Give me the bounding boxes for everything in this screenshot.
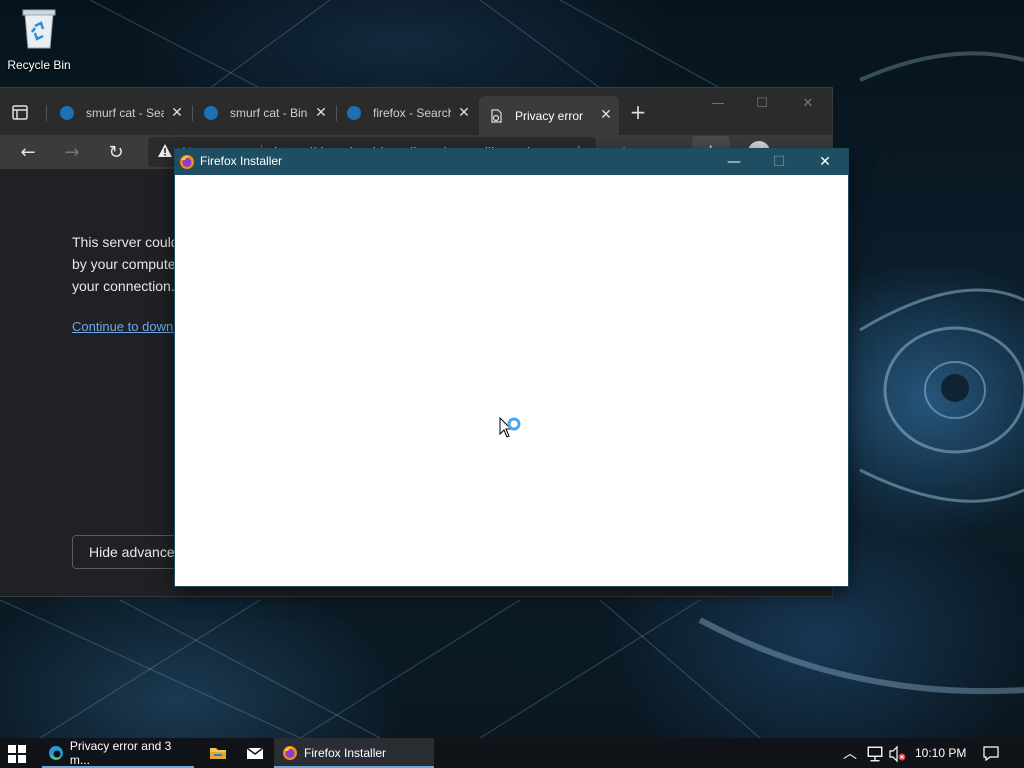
tab-title: smurf cat - Search (86, 106, 164, 120)
new-tab-plus-icon[interactable]: + (628, 102, 648, 122)
continue-link[interactable]: Continue to downl (72, 319, 182, 334)
recycle-bin-label: Recycle Bin (7, 58, 71, 72)
back-arrow-icon[interactable]: ← (17, 142, 39, 164)
recycle-bin-shortcut[interactable]: Recycle Bin (6, 6, 72, 72)
tab-smurf-cat-bing[interactable]: smurf cat - Bing ✕ (194, 98, 334, 128)
installer-titlebar[interactable]: Firefox Installer — ☐ ✕ (175, 149, 848, 175)
taskbar-edge-item[interactable]: Privacy error and 3 m... (42, 738, 194, 768)
chevron-up-icon[interactable]: ︿ (843, 738, 857, 768)
firefox-icon (283, 746, 297, 760)
taskbar-firefox-installer-label: Firefox Installer (304, 746, 387, 760)
tab-separator (46, 105, 47, 121)
refresh-icon[interactable]: ↻ (105, 142, 127, 164)
taskbar-edge-label: Privacy error and 3 m... (69, 739, 172, 767)
maximize-icon[interactable]: ☐ (752, 96, 772, 111)
maximize-icon: ☐ (772, 154, 786, 170)
tab-firefox-search[interactable]: firefox - Search ✕ (337, 98, 477, 128)
notifications-icon[interactable] (982, 744, 1000, 762)
network-icon[interactable] (866, 745, 884, 763)
error-line: by your compute (72, 256, 176, 272)
taskbar: Privacy error and 3 m... Firefox Install… (0, 738, 1024, 768)
edge-icon (48, 746, 63, 760)
file-explorer-icon[interactable] (209, 744, 227, 762)
firefox-installer-window: Firefox Installer — ☐ ✕ (175, 149, 848, 586)
volume-muted-icon[interactable] (889, 745, 907, 763)
search-favicon-icon (347, 106, 361, 120)
page-warning-icon (491, 108, 502, 123)
tab-privacy-error[interactable]: Privacy error ✕ (479, 96, 619, 135)
installer-content (175, 175, 848, 586)
close-window-icon[interactable]: ✕ (798, 96, 818, 111)
close-icon[interactable]: ✕ (457, 105, 471, 119)
close-icon[interactable]: ✕ (170, 105, 184, 119)
tab-title: firefox - Search (373, 106, 451, 120)
minimize-icon[interactable]: — (708, 96, 728, 111)
tab-smurf-cat-search[interactable]: smurf cat - Search ✕ (50, 98, 190, 128)
windows-start-icon[interactable] (8, 745, 26, 763)
minimize-icon[interactable]: — (724, 152, 744, 172)
busy-cursor-icon (499, 417, 521, 438)
bing-favicon-icon (204, 106, 218, 120)
tab-separator (192, 105, 193, 121)
search-favicon-icon (60, 106, 74, 120)
close-icon[interactable]: ✕ (599, 107, 613, 121)
error-description: This server could by your compute your c… (72, 231, 182, 297)
tab-actions-icon[interactable] (10, 104, 30, 122)
close-icon[interactable]: ✕ (815, 152, 835, 172)
firefox-icon (180, 155, 194, 169)
tab-title: Privacy error (515, 108, 584, 123)
forward-arrow-icon[interactable]: → (61, 142, 83, 164)
taskbar-firefox-installer-item[interactable]: Firefox Installer (274, 738, 434, 768)
close-icon[interactable]: ✕ (314, 105, 328, 119)
installer-title: Firefox Installer (200, 154, 283, 168)
tab-strip: smurf cat - Search ✕ smurf cat - Bing ✕ … (0, 88, 832, 135)
system-clock[interactable]: 10:10 PM (915, 738, 966, 768)
mail-icon[interactable] (246, 744, 264, 762)
recycle-bin-icon (22, 9, 56, 49)
warning-triangle-icon[interactable] (157, 143, 173, 159)
tab-title: smurf cat - Bing (230, 106, 308, 120)
error-line: This server could (72, 234, 179, 250)
error-line: your connection. (72, 278, 175, 294)
